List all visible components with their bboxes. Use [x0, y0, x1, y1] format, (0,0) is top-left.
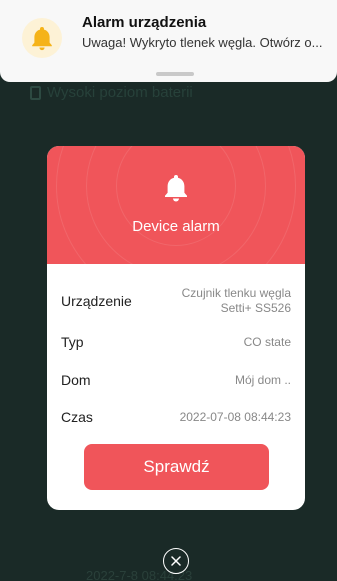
detail-value: 2022-07-08 08:44:23 [179, 409, 291, 424]
detail-label: Urządzenie [61, 293, 132, 309]
notification-title: Alarm urządzenia [82, 14, 207, 31]
detail-value-line: Setti+ SS526 [220, 301, 291, 315]
check-button[interactable]: Sprawdź [84, 444, 269, 490]
dialog-header: Device alarm [47, 146, 305, 264]
battery-icon [30, 85, 41, 100]
notification-banner[interactable]: Alarm urządzenia Uwaga! Wykryto tlenek w… [0, 0, 337, 82]
notification-bell-icon [20, 16, 64, 60]
detail-row-type: Typ CO state [61, 334, 291, 350]
device-alarm-dialog: Device alarm Urządzenie Czujnik tlenku w… [47, 146, 305, 510]
detail-label: Czas [61, 409, 93, 425]
detail-row-device: Urządzenie Czujnik tlenku węgla Setti+ S… [61, 286, 291, 316]
dialog-title: Device alarm [132, 218, 220, 235]
detail-row-home: Dom Mój dom .. [61, 372, 291, 388]
background-status-text: Wysoki poziom baterii [47, 84, 193, 101]
detail-label: Dom [61, 372, 91, 388]
detail-value: Czujnik tlenku węgla Setti+ SS526 [182, 286, 291, 316]
detail-value-line: Czujnik tlenku węgla [181, 286, 291, 300]
detail-label: Typ [61, 334, 84, 350]
detail-value: CO state [243, 334, 291, 349]
decorative-ring [56, 146, 296, 264]
close-icon[interactable] [163, 548, 189, 574]
background-battery-status: Wysoki poziom baterii [30, 84, 193, 101]
notification-body: Uwaga! Wykryto tlenek węgla. Otwórz o... [82, 35, 323, 50]
detail-row-time: Czas 2022-07-08 08:44:23 [61, 409, 291, 425]
detail-value: Mój dom .. [234, 372, 291, 387]
notification-drag-handle[interactable] [156, 72, 194, 76]
alarm-bell-icon [164, 174, 188, 202]
